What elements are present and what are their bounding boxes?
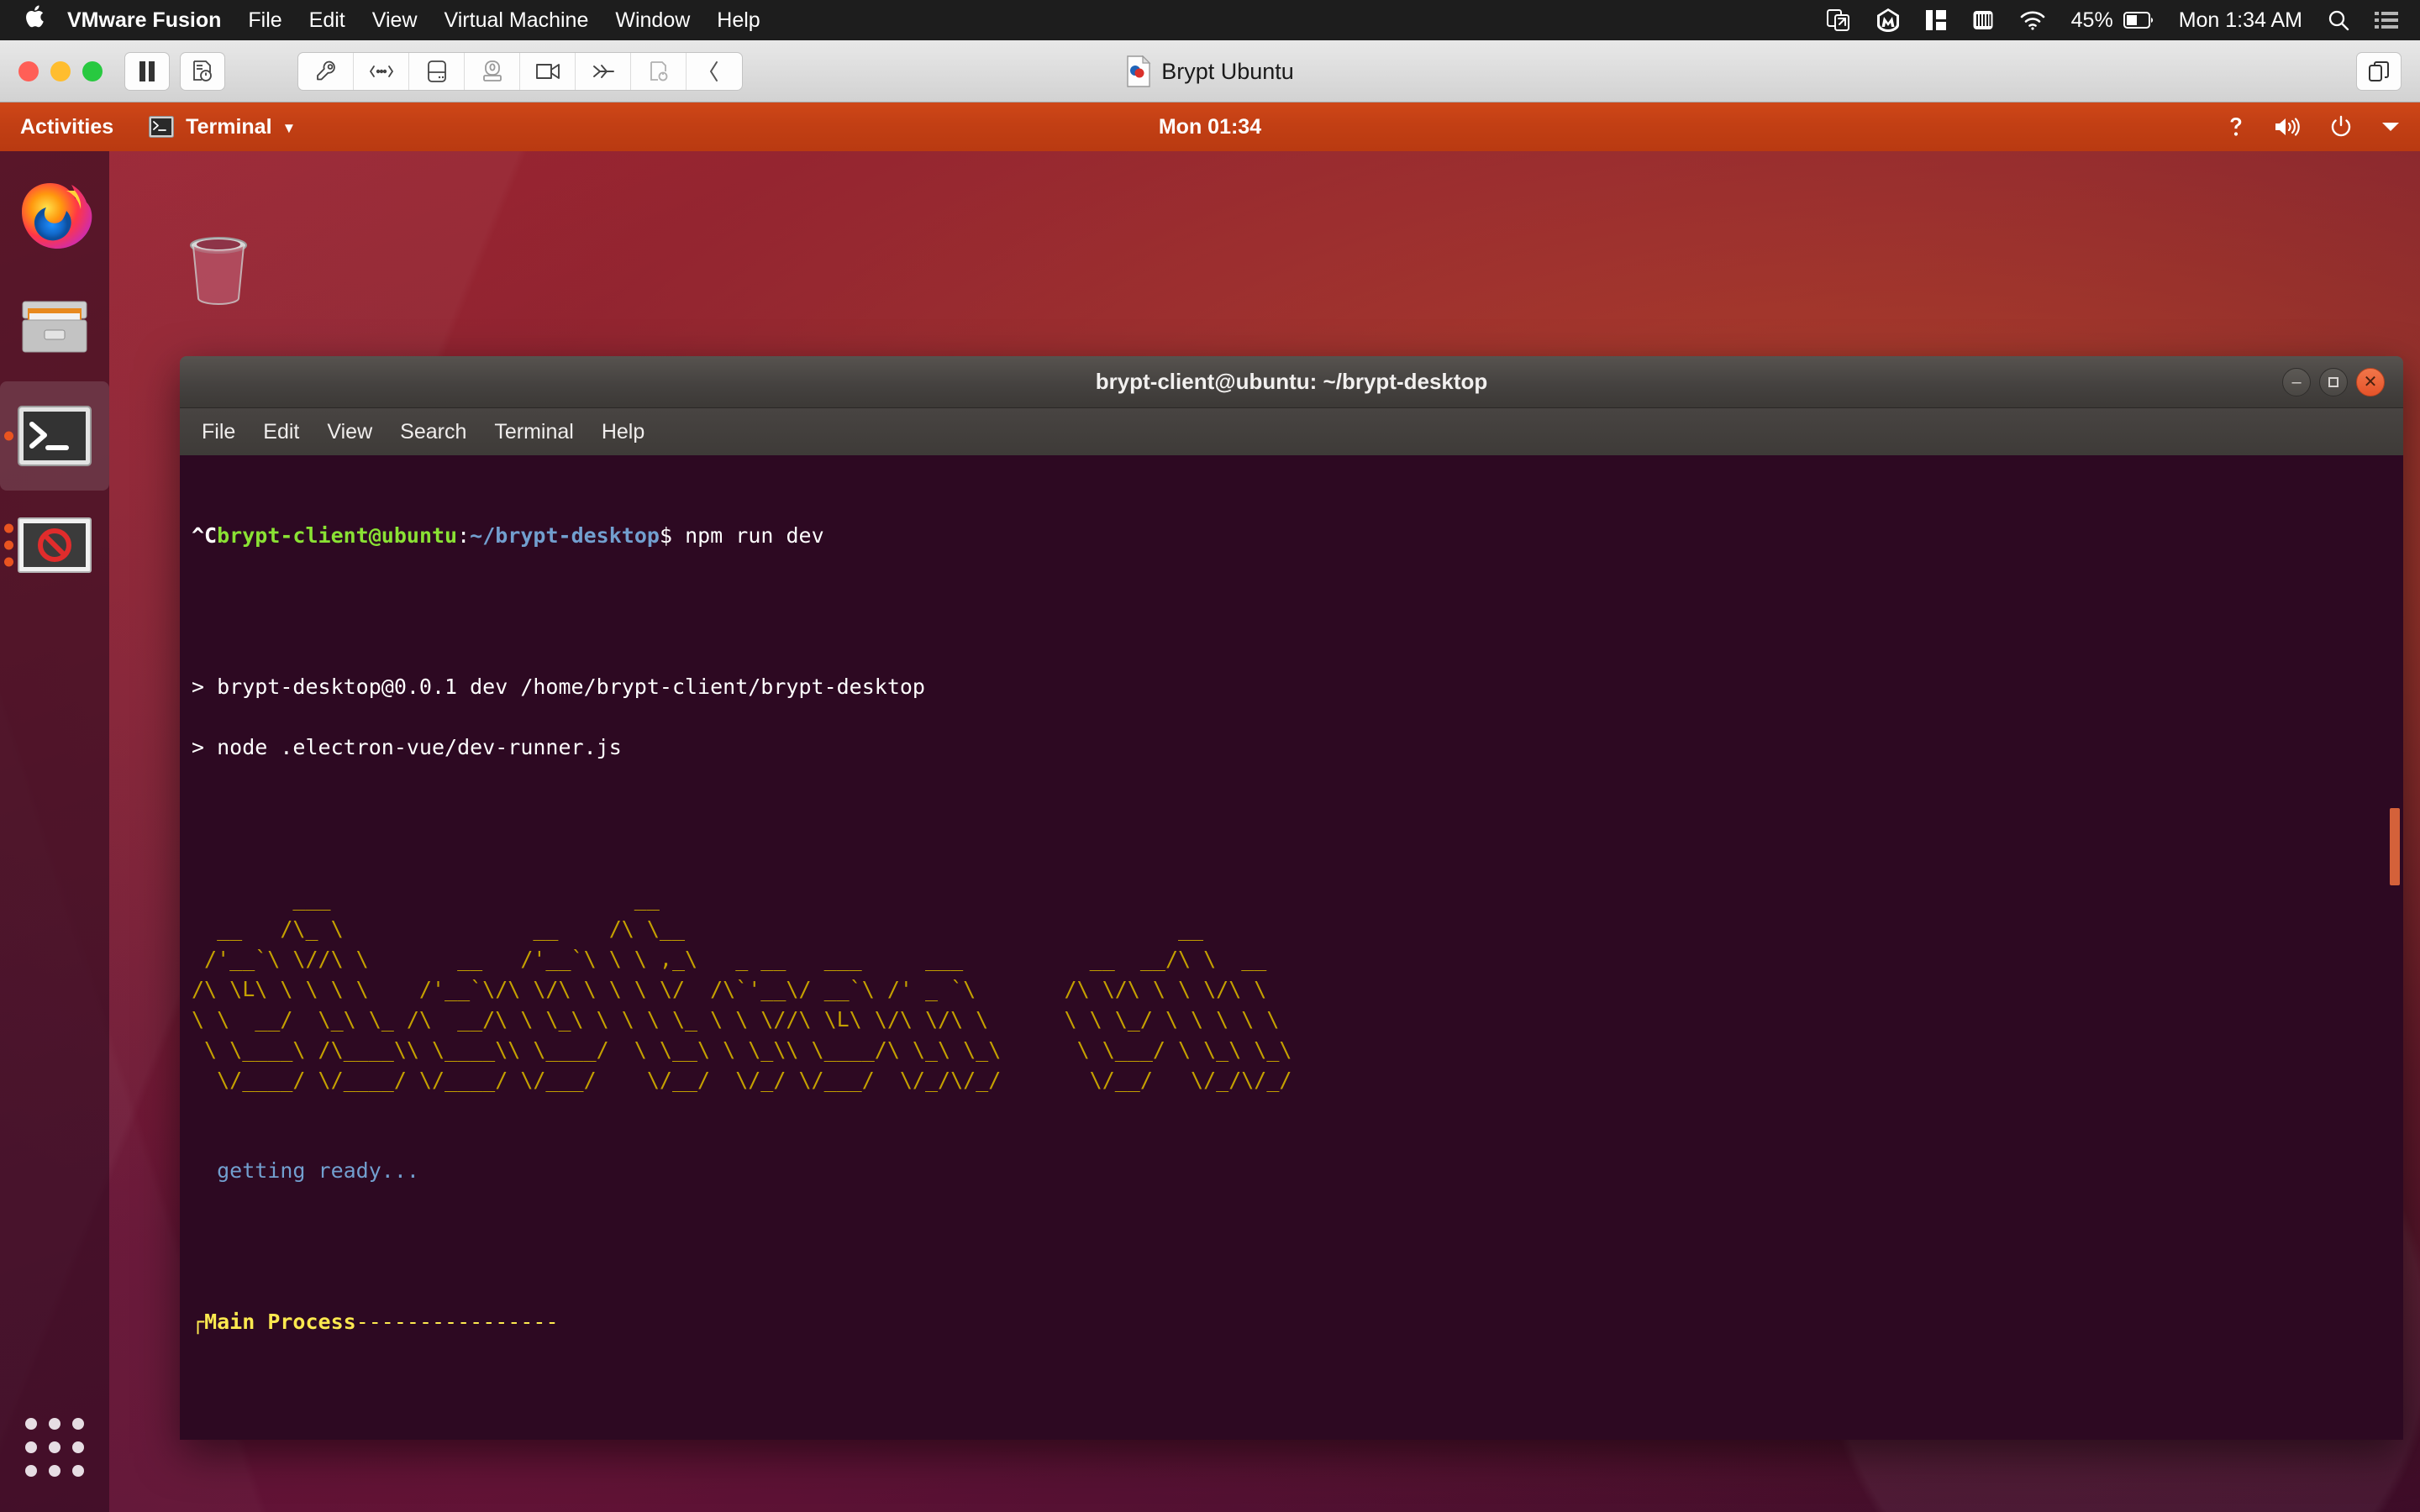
- terminal-menu-terminal[interactable]: Terminal: [494, 420, 573, 444]
- terminal-menubar: File Edit View Search Terminal Help: [180, 408, 2403, 455]
- app-grid-icon: [25, 1418, 84, 1477]
- menu-edit[interactable]: Edit: [309, 8, 345, 33]
- ubuntu-guest-desktop: Activities Terminal ▼ Mon 01:34 brypt-cl…: [0, 102, 2420, 1512]
- terminal-minimize-button[interactable]: –: [2282, 368, 2311, 396]
- apple-logo-icon[interactable]: [24, 5, 45, 30]
- collapse-chevron-icon[interactable]: [687, 53, 742, 90]
- terminal-menu-help[interactable]: Help: [602, 420, 644, 444]
- terminal-menu-edit[interactable]: Edit: [263, 420, 299, 444]
- terminal-menu-file[interactable]: File: [202, 420, 235, 444]
- airplay-icon[interactable]: [1826, 8, 1851, 33]
- menu-window[interactable]: Window: [615, 8, 690, 33]
- macos-menu-bar: VMware Fusion File Edit View Virtual Mac…: [0, 0, 2420, 40]
- menu-help[interactable]: Help: [717, 8, 760, 33]
- control-center-icon[interactable]: [2375, 10, 2398, 30]
- prompt-dollar: $: [659, 523, 686, 548]
- prompt-user: brypt-client: [217, 523, 369, 548]
- battery-status[interactable]: 45%: [2071, 8, 2154, 33]
- vm-title-label: Brypt Ubuntu: [1161, 58, 1294, 84]
- volume-icon[interactable]: [2274, 116, 2301, 138]
- malwarebytes-icon[interactable]: [1876, 8, 1900, 33]
- window-traffic-lights: [18, 60, 114, 81]
- section-dashes-1: ----------------: [355, 1310, 559, 1334]
- ubuntu-dock: [0, 151, 109, 1512]
- terminal-window-controls: – ✕: [2274, 356, 2385, 408]
- panel-clock[interactable]: Mon 01:34: [0, 115, 2420, 139]
- snapshot-button[interactable]: [180, 51, 225, 91]
- power-icon[interactable]: [2329, 115, 2353, 139]
- split-view-icon[interactable]: [1925, 8, 1947, 32]
- menu-view[interactable]: View: [372, 8, 418, 33]
- menu-file[interactable]: File: [248, 8, 281, 33]
- minimize-button[interactable]: [50, 60, 71, 81]
- terminal-scrollbar[interactable]: [2390, 808, 2400, 885]
- vm-document-icon: [1126, 55, 1151, 87]
- activities-button[interactable]: Activities: [20, 115, 113, 139]
- section-header-main-process-1: ┌Main Process----------------: [192, 1307, 2403, 1337]
- dock-item-firefox[interactable]: [0, 163, 109, 272]
- prompt-path: ~/brypt-desktop: [470, 523, 660, 548]
- npm-line-1: > brypt-desktop@0.0.1 dev /home/brypt-cl…: [192, 675, 925, 699]
- zoom-button[interactable]: [82, 60, 103, 81]
- prompt-colon: :: [457, 523, 471, 548]
- terminal-prompt-line: ^Cbrypt-client@ubuntu:~/brypt-desktop$ n…: [192, 521, 2403, 551]
- running-indicator-blocked-app: [4, 523, 13, 567]
- terminal-titlebar[interactable]: brypt-client@ubuntu: ~/brypt-desktop – ✕: [180, 356, 2403, 408]
- menubar-clock[interactable]: Mon 1:34 AM: [2179, 8, 2302, 33]
- prompt-host: ubuntu: [381, 523, 458, 548]
- vmware-toolbar: Brypt Ubuntu: [0, 40, 2420, 102]
- terminal-output: ^Cbrypt-client@ubuntu:~/brypt-desktop$ n…: [192, 460, 2403, 1440]
- hard-disk-icon[interactable]: [409, 52, 465, 90]
- running-indicator-terminal: [4, 431, 13, 441]
- panel-status-area: [2198, 115, 2400, 139]
- npm-line-2: > node .electron-vue/dev-runner.js: [192, 735, 622, 759]
- terminal-window: brypt-client@ubuntu: ~/brypt-desktop – ✕…: [180, 356, 2403, 1440]
- terminal-body[interactable]: ^Cbrypt-client@ubuntu:~/brypt-desktop$ n…: [180, 455, 2403, 1440]
- terminal-title-label: brypt-client@ubuntu: ~/brypt-desktop: [1095, 369, 1488, 394]
- terminal-menu-search[interactable]: Search: [400, 420, 466, 444]
- settings-wrench-icon[interactable]: [298, 52, 354, 90]
- dock-item-blocked-app[interactable]: [0, 491, 109, 600]
- interrupt-marker: ^C: [192, 523, 218, 548]
- usb-icon[interactable]: [576, 52, 631, 90]
- electron-vue-ascii-banner: ___ __ __ /\_ \ __ /\ \__ __ /'__`\ \//\…: [192, 886, 1292, 1092]
- menu-app-name[interactable]: VMware Fusion: [67, 8, 221, 33]
- camera-icon[interactable]: [520, 52, 576, 90]
- unity-view-icon[interactable]: [2356, 52, 2402, 91]
- section-bracket-top: ┌: [192, 1310, 205, 1334]
- battery-percent-label: 45%: [2070, 8, 2113, 32]
- terminal-close-button[interactable]: ✕: [2356, 368, 2385, 396]
- getting-ready-line: getting ready...: [192, 1158, 419, 1183]
- terminal-menu-view[interactable]: View: [327, 420, 372, 444]
- chevron-down-icon: ▼: [281, 120, 297, 136]
- gnome-top-panel: Activities Terminal ▼ Mon 01:34: [0, 102, 2420, 151]
- menu-virtual-machine[interactable]: Virtual Machine: [445, 8, 589, 33]
- pause-button[interactable]: [124, 51, 170, 91]
- prompt-command: npm run dev: [685, 523, 824, 548]
- battery-meter-icon[interactable]: [1972, 8, 1994, 32]
- desktop-trash-icon[interactable]: [172, 220, 265, 312]
- terminal-icon: [149, 116, 175, 138]
- network-icon[interactable]: [354, 52, 409, 90]
- dock-item-terminal[interactable]: [0, 381, 109, 491]
- wifi-icon[interactable]: [2019, 9, 2046, 31]
- spotlight-search-icon[interactable]: [2328, 9, 2349, 31]
- prompt-at: @: [368, 523, 381, 548]
- shared-folder-icon[interactable]: [631, 52, 687, 90]
- app-menu-button[interactable]: Terminal ▼: [149, 115, 296, 139]
- vm-device-toolbar-group: [297, 51, 743, 91]
- printer-icon[interactable]: [465, 52, 520, 90]
- dock-item-files[interactable]: [0, 272, 109, 381]
- show-applications-button[interactable]: [0, 1393, 109, 1502]
- terminal-maximize-button[interactable]: [2319, 368, 2348, 396]
- section-label-main-process: Main Process: [204, 1310, 356, 1334]
- help-icon[interactable]: [2227, 116, 2245, 138]
- menu-caret-icon[interactable]: [2381, 121, 2400, 133]
- close-button[interactable]: [18, 60, 39, 81]
- app-menu-label: Terminal: [186, 114, 272, 139]
